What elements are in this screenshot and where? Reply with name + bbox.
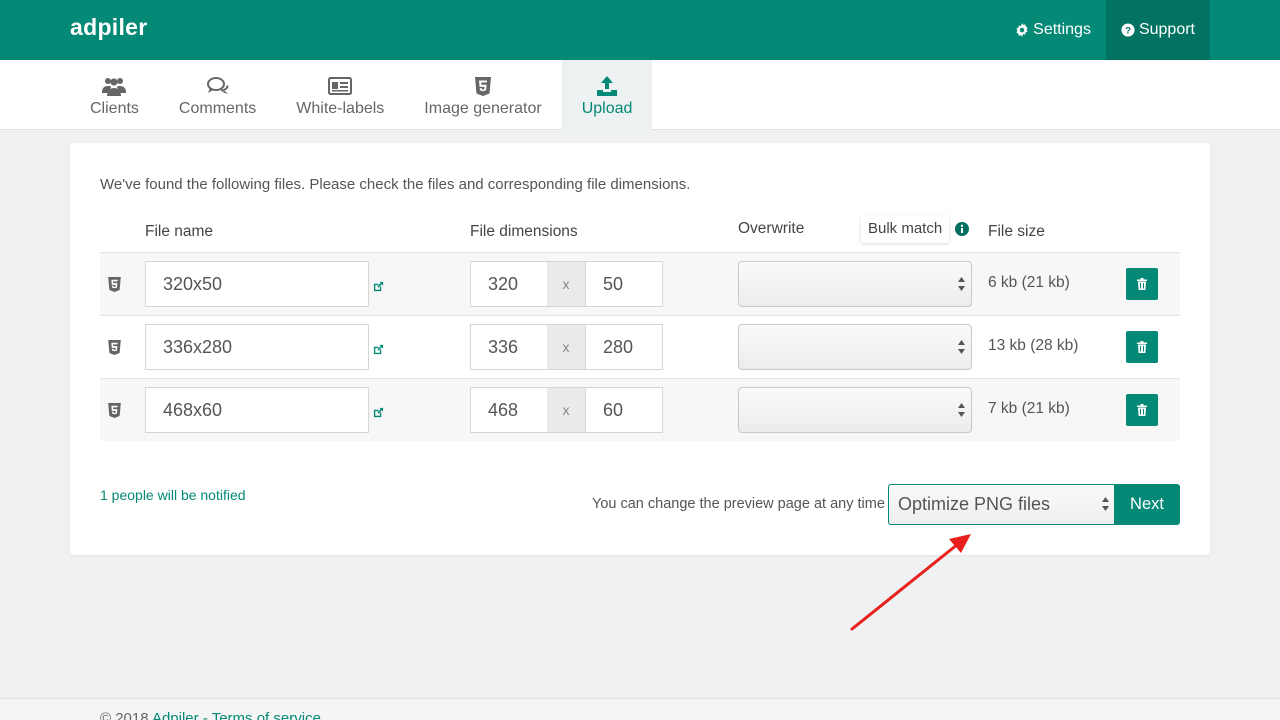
external-link-icon[interactable] [373, 407, 384, 418]
overwrite-select[interactable] [738, 387, 972, 433]
top-bar: adpiler Settings ? Support [0, 0, 1280, 60]
html5-icon [108, 403, 121, 418]
file-size: 13 kb (28 kb) [988, 337, 1079, 354]
bulk-match-button[interactable]: Bulk match [861, 215, 950, 243]
html5-icon [475, 76, 491, 96]
select-arrows-icon [1102, 497, 1109, 511]
select-arrows-icon [958, 403, 965, 417]
notified-text: 1 people will be notified [100, 487, 246, 503]
header-overwrite: Overwrite [738, 220, 805, 237]
trash-icon [1137, 341, 1147, 353]
top-nav: Settings ? Support [1000, 0, 1210, 60]
tab-image-generator[interactable]: Image generator [404, 60, 561, 130]
delete-button[interactable] [1126, 268, 1158, 300]
tab-image-generator-label: Image generator [424, 100, 542, 117]
terms-link[interactable]: Terms of service [212, 710, 321, 720]
gear-icon [1016, 23, 1028, 37]
height-input[interactable]: 50 [585, 261, 663, 307]
tab-upload-label: Upload [581, 100, 633, 117]
file-name-input[interactable]: 320x50 [145, 261, 369, 307]
select-arrows-icon [958, 340, 965, 354]
delete-button[interactable] [1126, 394, 1158, 426]
footer-text: © 2018 Adpiler - Terms of service [100, 710, 321, 720]
trash-icon [1137, 404, 1147, 416]
height-input[interactable]: 280 [585, 324, 663, 370]
overwrite-select[interactable] [738, 324, 972, 370]
external-link-icon[interactable] [373, 344, 384, 355]
dimension-separator: x [547, 324, 585, 370]
html5-icon [108, 277, 121, 292]
file-size: 7 kb (21 kb) [988, 400, 1070, 417]
header-file-dimensions: File dimensions [470, 223, 578, 240]
support-link[interactable]: ? Support [1105, 0, 1210, 60]
svg-text:?: ? [1125, 26, 1131, 37]
intro-text: We've found the following files. Please … [100, 176, 691, 193]
sub-nav: Clients Comments White-labels Image gene… [0, 60, 1280, 130]
tab-comments[interactable]: Comments [159, 60, 276, 130]
select-arrows-icon [958, 277, 965, 291]
trash-icon [1137, 278, 1147, 290]
tab-white-labels-label: White-labels [296, 100, 385, 117]
external-link-icon[interactable] [373, 281, 384, 292]
tab-white-labels[interactable]: White-labels [276, 60, 404, 130]
dimension-separator: x [547, 387, 585, 433]
comments-icon [206, 77, 229, 94]
tab-clients[interactable]: Clients [70, 60, 159, 130]
file-size: 6 kb (21 kb) [988, 274, 1070, 291]
delete-button[interactable] [1126, 331, 1158, 363]
tab-bar: Clients Comments White-labels Image gene… [70, 60, 653, 130]
users-icon [102, 78, 127, 96]
width-input[interactable]: 468 [470, 387, 548, 433]
width-input[interactable]: 320 [470, 261, 548, 307]
upload-icon [597, 76, 618, 96]
height-input[interactable]: 60 [585, 387, 663, 433]
brand-link[interactable]: Adpiler [152, 710, 199, 720]
settings-label: Settings [1033, 21, 1091, 38]
copyright: © 2018 [100, 710, 149, 720]
optimize-select-value: Optimize PNG files [898, 494, 1051, 514]
id-card-icon [328, 77, 353, 95]
info-icon[interactable] [955, 222, 969, 236]
tab-upload[interactable]: Upload [561, 60, 653, 130]
file-name-input[interactable]: 336x280 [145, 324, 369, 370]
support-label: Support [1138, 21, 1195, 38]
table-row: 336x280 336 x 280 13 kb (28 kb) [100, 315, 1180, 378]
next-button[interactable]: Next [1114, 484, 1180, 525]
table-row: 320x50 320 x 50 6 kb (21 kb) [100, 252, 1180, 315]
header-file-name: File name [145, 223, 214, 240]
html5-icon [108, 340, 121, 355]
tab-comments-label: Comments [178, 100, 257, 117]
footer: © 2018 Adpiler - Terms of service [0, 698, 1280, 720]
dimension-separator: x [547, 261, 585, 307]
logo[interactable]: adpiler [70, 14, 148, 41]
width-input[interactable]: 336 [470, 324, 548, 370]
upload-card: We've found the following files. Please … [70, 143, 1210, 555]
tab-clients-label: Clients [90, 100, 139, 117]
file-name-input[interactable]: 468x60 [145, 387, 369, 433]
header-file-size: File size [988, 223, 1045, 240]
optimize-select[interactable]: Optimize PNG files [888, 484, 1115, 525]
table-row: 468x60 468 x 60 7 kb (21 kb) [100, 378, 1180, 441]
question-circle-icon: ? [1121, 23, 1135, 37]
overwrite-select[interactable] [738, 261, 972, 307]
footer-separator: - [202, 710, 208, 720]
preview-note: You can change the preview page at any t… [592, 496, 885, 512]
settings-link[interactable]: Settings [1000, 0, 1106, 60]
